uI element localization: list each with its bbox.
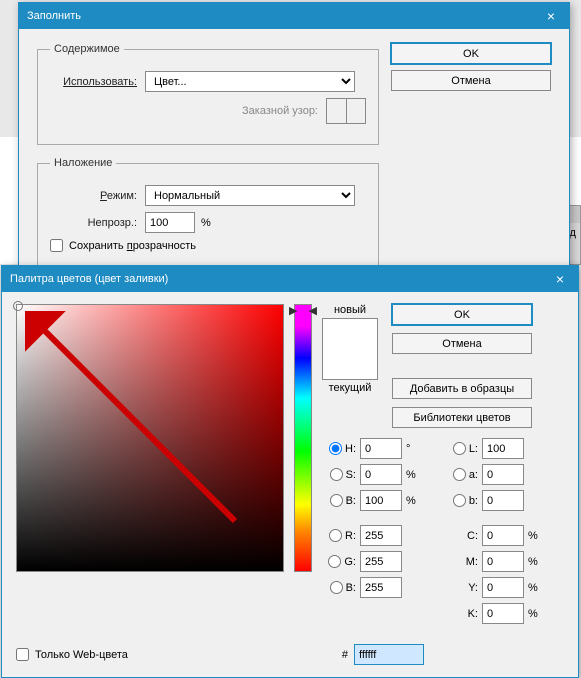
rb-radio[interactable] [330,581,343,594]
preview-swatch [322,318,378,380]
mode-select[interactable]: Нормальный [145,185,355,206]
pattern-label: Заказной узор: [231,105,326,117]
h-input[interactable] [360,438,402,459]
new-label: новый [334,304,366,316]
hue-pointer: ▶◀ [289,304,317,317]
web-only-label: Только Web-цвета [35,649,128,661]
content-group: Содержимое Использовать: Цвет... Заказно… [37,43,379,145]
arrow-annotation [25,311,255,541]
preserve-label: Сохранить прозрачность [69,240,196,252]
web-only-checkbox[interactable]: Только Web-цвета [16,648,128,661]
a-radio[interactable] [453,468,466,481]
overlay-legend: Наложение [50,157,116,169]
opacity-unit: % [201,217,211,229]
cp-title: Палитра цветов (цвет заливки) [10,273,168,285]
h-radio[interactable] [329,442,342,455]
l-input[interactable] [482,438,524,459]
g-radio[interactable] [328,555,341,568]
mode-label: Режим: [50,190,145,202]
k-input[interactable] [482,603,524,624]
lb-radio[interactable] [453,494,466,507]
c-input[interactable] [482,525,524,546]
cp-cancel-button[interactable]: Отмена [392,333,532,354]
r-input[interactable] [360,525,402,546]
s-radio[interactable] [330,468,343,481]
preserve-check-input[interactable] [50,239,63,252]
cancel-button[interactable]: Отмена [391,70,551,91]
fill-titlebar[interactable]: Заполнить × [19,3,569,29]
opacity-input[interactable] [145,212,195,233]
fill-title: Заполнить [27,10,81,22]
fill-dialog: Заполнить × Содержимое Использовать: Цве… [18,2,570,294]
color-picker-dialog: Палитра цветов (цвет заливки) × ▶◀ новый… [1,265,579,678]
web-only-input[interactable] [16,648,29,661]
color-libs-button[interactable]: Библиотеки цветов [392,407,532,428]
lb-input[interactable] [482,490,524,511]
rb-input[interactable] [360,577,402,598]
ok-button[interactable]: OK [391,43,551,64]
content-legend: Содержимое [50,43,124,55]
a-input[interactable] [482,464,524,485]
overlay-group: Наложение Режим: Нормальный Непрозр.: % … [37,157,379,267]
cp-ok-button[interactable]: OK [392,304,532,325]
l-radio[interactable] [453,442,466,455]
pattern-swatch[interactable] [326,98,366,124]
r-radio[interactable] [329,529,342,542]
field-marker [13,301,23,311]
opacity-label: Непрозр.: [50,217,145,229]
hue-slider[interactable]: ▶◀ [294,304,312,624]
cp-titlebar[interactable]: Палитра цветов (цвет заливки) × [2,266,578,292]
preserve-checkbox[interactable]: Сохранить прозрачность [50,239,366,252]
use-select[interactable]: Цвет... [145,71,355,92]
current-label: текущий [329,382,372,394]
color-field[interactable] [16,304,284,572]
close-icon[interactable]: × [541,8,561,24]
m-input[interactable] [482,551,524,572]
b-input[interactable] [360,490,402,511]
use-label: Использовать: [50,76,145,88]
close-icon[interactable]: × [550,271,570,287]
y-input[interactable] [482,577,524,598]
g-input[interactable] [360,551,402,572]
hex-input[interactable] [354,644,424,665]
b-radio[interactable] [330,494,343,507]
s-input[interactable] [360,464,402,485]
hex-label: # [342,649,348,661]
add-swatch-button[interactable]: Добавить в образцы [392,378,532,399]
